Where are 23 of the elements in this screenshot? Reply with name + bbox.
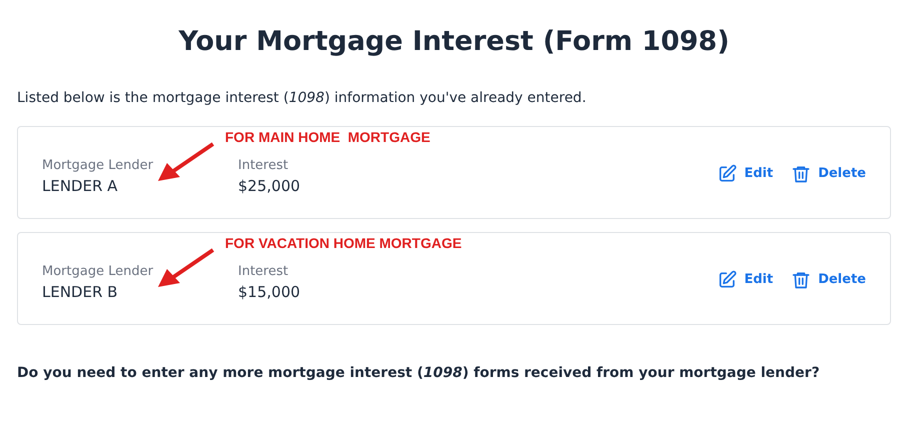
interest-amount: $25,000 <box>238 177 300 195</box>
delete-button[interactable]: Delete <box>791 164 866 184</box>
edit-icon <box>717 164 738 184</box>
edit-button[interactable]: Edit <box>717 164 774 184</box>
delete-button[interactable]: Delete <box>791 270 866 290</box>
lender-name: LENDER B <box>42 283 119 301</box>
intro-text: Listed below is the mortgage interest (1098) information you've already entered. <box>17 90 588 106</box>
field-label: Interest <box>238 158 290 173</box>
interest-amount: $15,000 <box>238 283 300 301</box>
edit-icon <box>717 270 738 290</box>
trash-icon <box>791 270 812 290</box>
edit-button[interactable]: Edit <box>717 270 774 290</box>
question-text: Do you need to enter any more mortgage interest (1098) forms received from your mortgage lender? <box>17 365 821 381</box>
annotation-text: FOR MAIN HOME MORTGAGE <box>225 129 430 145</box>
page-title: Your Mortgage Interest (Form 1098) <box>178 26 730 57</box>
annotation-arrow <box>158 248 214 287</box>
field-label: Mortgage Lender <box>42 158 154 173</box>
annotation-arrow <box>158 142 214 181</box>
annotation-text: FOR VACATION HOME MORTGAGE <box>225 235 462 251</box>
field-label: Interest <box>238 264 290 279</box>
lender-name: LENDER A <box>42 177 119 195</box>
field-label: Mortgage Lender <box>42 264 154 279</box>
trash-icon <box>791 164 812 184</box>
